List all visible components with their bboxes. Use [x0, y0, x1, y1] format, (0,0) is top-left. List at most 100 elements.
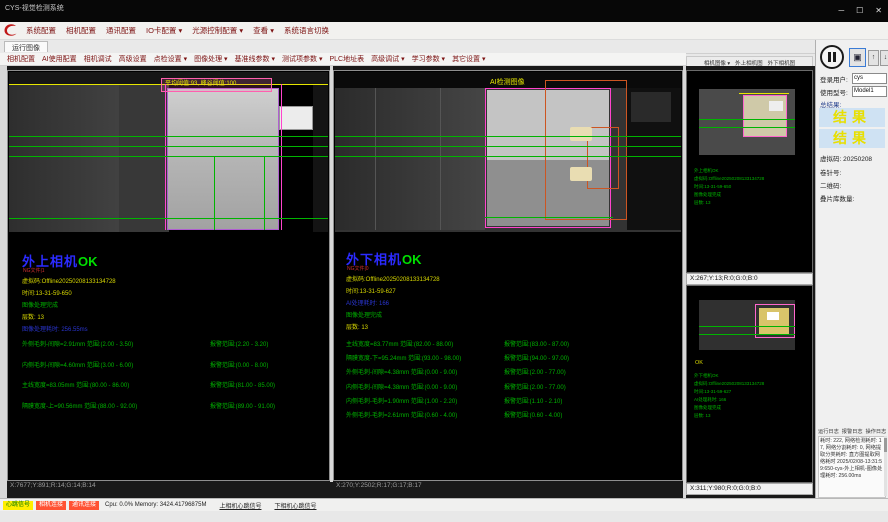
cpu-memory-readout: Cpu: 0.0% Memory: 3424.41796875M [105, 502, 206, 508]
measure-line [335, 156, 681, 157]
right-panel: ▣ ↑ ↓ 登录用户: 使用型号: 总结果: 结果 结果 虚拟码: 202502… [815, 40, 888, 498]
log-text: 耗时: 222, 网络检测耗时: 17, 网络分割耗时: 0, 网络提取分类耗时… [818, 436, 886, 498]
toolbar-item[interactable]: 高级调试 ▾ [371, 54, 404, 64]
menu-item[interactable]: 查看 ▾ [253, 25, 274, 36]
alarm-range: 报警范围:(0.00 - 8.00) [210, 360, 268, 369]
weld-highlight [767, 312, 779, 320]
pause-button[interactable] [820, 45, 844, 69]
toolbar-item[interactable]: 点检设置 ▾ [154, 54, 187, 64]
camera-view-upper[interactable]: 平均阈值:93, 峰谷阈值:100 外上相机OK NG文件|1 虚拟码:Offl… [7, 70, 330, 481]
weld-highlight [570, 127, 592, 141]
measurement-row: 隔膜宽度-下=95.24mm 范围:(93.00 - 98.00) 报警范围:(… [346, 353, 678, 367]
model-input[interactable] [852, 86, 887, 97]
measure-line [9, 136, 328, 137]
toolbar-item[interactable]: AI使用配置 [42, 54, 77, 64]
arrow-up-icon: ↑ [872, 54, 876, 61]
camera-image-upper: 平均阈值:93, 峰谷阈值:100 [9, 72, 328, 232]
maximize-button[interactable]: ☐ [856, 7, 863, 15]
menu-item[interactable]: 系统语言切换 [284, 25, 329, 36]
process-done: 图像处理完成 [22, 300, 58, 309]
toolbar-item[interactable]: 相机配置 [7, 54, 35, 64]
measure-line [9, 218, 328, 219]
measure-line [335, 146, 681, 147]
scroll-down-button[interactable]: ↓ [880, 50, 888, 66]
measurement-value: 内侧毛刺-毛刺=1.90mm 范围:(1.00 - 2.20) [346, 396, 457, 405]
measure-line [9, 146, 328, 147]
camera-connect-badge: 相机连接 [36, 501, 66, 510]
window-title: CYS-视觉检测系统 [5, 3, 64, 13]
measure-line [9, 156, 328, 157]
menu-item[interactable]: 光源控制配置 ▾ [192, 25, 243, 36]
toolbar-item[interactable]: PLC地址表 [330, 54, 365, 64]
scene-right-dark [313, 84, 328, 232]
log-tab[interactable]: 报警日志 [842, 428, 863, 435]
thumbnail-view-lower[interactable]: OK 外下相机OK虚拟码:Offline20250208133134728时间:… [686, 285, 813, 483]
close-button[interactable]: ✕ [875, 7, 882, 15]
camera-view-lower[interactable]: AI检测图像 外下相机OK NG文件|0 虚拟码:Offline20250208… [333, 70, 683, 481]
lower-camera-heartbeat-link[interactable]: 下相机心跳信号 [274, 501, 316, 510]
ai-image-label: AI检测图像 [490, 77, 525, 87]
measure-line [485, 217, 613, 218]
scrollbar-thumb[interactable] [884, 438, 887, 452]
toolbar-item[interactable]: 基准线参数 ▾ [235, 54, 275, 64]
mini-result-line: 图像处理完成 [694, 404, 809, 412]
menu-item[interactable]: 相机配置 [66, 25, 96, 36]
mini-result-line: 图像处理完成 [694, 191, 809, 199]
mini-result-line: 时间:13-31-59-650 [694, 183, 809, 191]
window-controls: ─ ☐ ✕ [838, 7, 882, 15]
machine-detail [631, 92, 671, 122]
menu-item[interactable]: IO卡配置 ▾ [146, 25, 182, 36]
scroll-up-button[interactable]: ↑ [868, 50, 879, 66]
measure-line [699, 334, 795, 335]
log-scrollbar[interactable] [884, 436, 887, 496]
thumbnail-view-upper[interactable]: 外上相机OK虚拟码:Offline20250208133134728时间:13-… [686, 70, 813, 273]
result-box-upper: 结果 [819, 108, 885, 127]
toolbar-item[interactable]: 学习参数 ▾ [412, 54, 445, 64]
thumbnail-image-lower [699, 300, 795, 350]
menu-item[interactable]: 系统配置 [26, 25, 56, 36]
mini-result-line: 虚拟码:Offline20250208133134728 [694, 175, 809, 183]
log-tab[interactable]: 运行日志 [818, 428, 839, 435]
mini-result-line: 外上相机OK [694, 167, 809, 175]
log-tab[interactable]: 操作日志 [866, 428, 887, 435]
alarm-range: 报警范围:(94.00 - 97.00) [504, 353, 569, 362]
camera-button[interactable]: ▣ [849, 48, 866, 67]
menu-item[interactable]: 通讯配置 [106, 25, 136, 36]
weld-highlight [769, 101, 783, 111]
log-tabs: 运行日志报警日志操作日志 [818, 428, 887, 435]
layer-count: 层数: 13 [22, 312, 44, 321]
result-box-lower: 结果 [819, 129, 885, 148]
qr-code-label: 二维码: [820, 180, 841, 190]
alarm-range: 报警范围:(2.00 - 77.00) [504, 382, 566, 391]
gripper [279, 106, 313, 130]
toolbar-item[interactable]: 相机调试 [84, 54, 112, 64]
measure-vline [264, 156, 265, 230]
alarm-range: 报警范围:(2.20 - 3.20) [210, 339, 268, 348]
status-bar: 心跳信号 相机连接 通讯连接 Cpu: 0.0% Memory: 3424.41… [0, 498, 888, 511]
measurement-row: 外侧毛刺-间隙=4.38mm 范围:(0.00 - 9.00) 报警范围:(2.… [346, 367, 678, 381]
tab-run-image[interactable]: 运行图像 [4, 41, 48, 52]
elapsed-time: 图像处理耗时: 256.55ms [22, 324, 88, 333]
upper-camera-heartbeat-link[interactable]: 上相机心跳信号 [219, 501, 261, 510]
toolbar-item[interactable]: 高级设置 [119, 54, 147, 64]
minimize-button[interactable]: ─ [838, 7, 844, 15]
measure-line [699, 127, 795, 128]
measurement-value: 外侧毛刺-毛刺=2.61mm 范围:(0.60 - 4.00) [346, 410, 457, 419]
virtual-code: 虚拟码:Offline20250208133134728 [346, 274, 440, 283]
mini-result-line: 时间:13-31-59-627 [694, 388, 809, 396]
toolbar-item[interactable]: 图像处理 ▾ [194, 54, 227, 64]
measure-line [699, 119, 795, 120]
machine-column [119, 84, 169, 232]
measurement-value: 外侧毛刺-间隙=2.91mm 范围:(2.00 - 3.50) [22, 339, 133, 348]
measurement-value: 内侧毛刺-间隙=4.60mm 范围:(3.00 - 6.00) [22, 360, 133, 369]
pixel-readout-mid: X:270;Y:2502;R:17;G:17;B:17 [336, 482, 422, 489]
login-user-input[interactable] [852, 73, 887, 84]
toolbar-item[interactable]: 其它设置 ▾ [452, 54, 485, 64]
measurement-row: 隔膜宽度-上=90.56mm 范围:(88.00 - 92.00) 报警范围:(… [22, 401, 325, 422]
measurement-list: 主线宽度=83.77mm 范围:(82.00 - 88.00) 报警范围:(83… [346, 339, 678, 424]
panel-seam [375, 88, 376, 230]
measurement-value: 外侧毛刺-间隙=4.38mm 范围:(0.00 - 9.00) [346, 367, 457, 376]
toolbar-item[interactable]: 测试项参数 ▾ [282, 54, 322, 64]
ng-note: NG文件|0 [347, 265, 369, 272]
measurement-row: 主线宽度=83.77mm 范围:(82.00 - 88.00) 报警范围:(83… [346, 339, 678, 353]
